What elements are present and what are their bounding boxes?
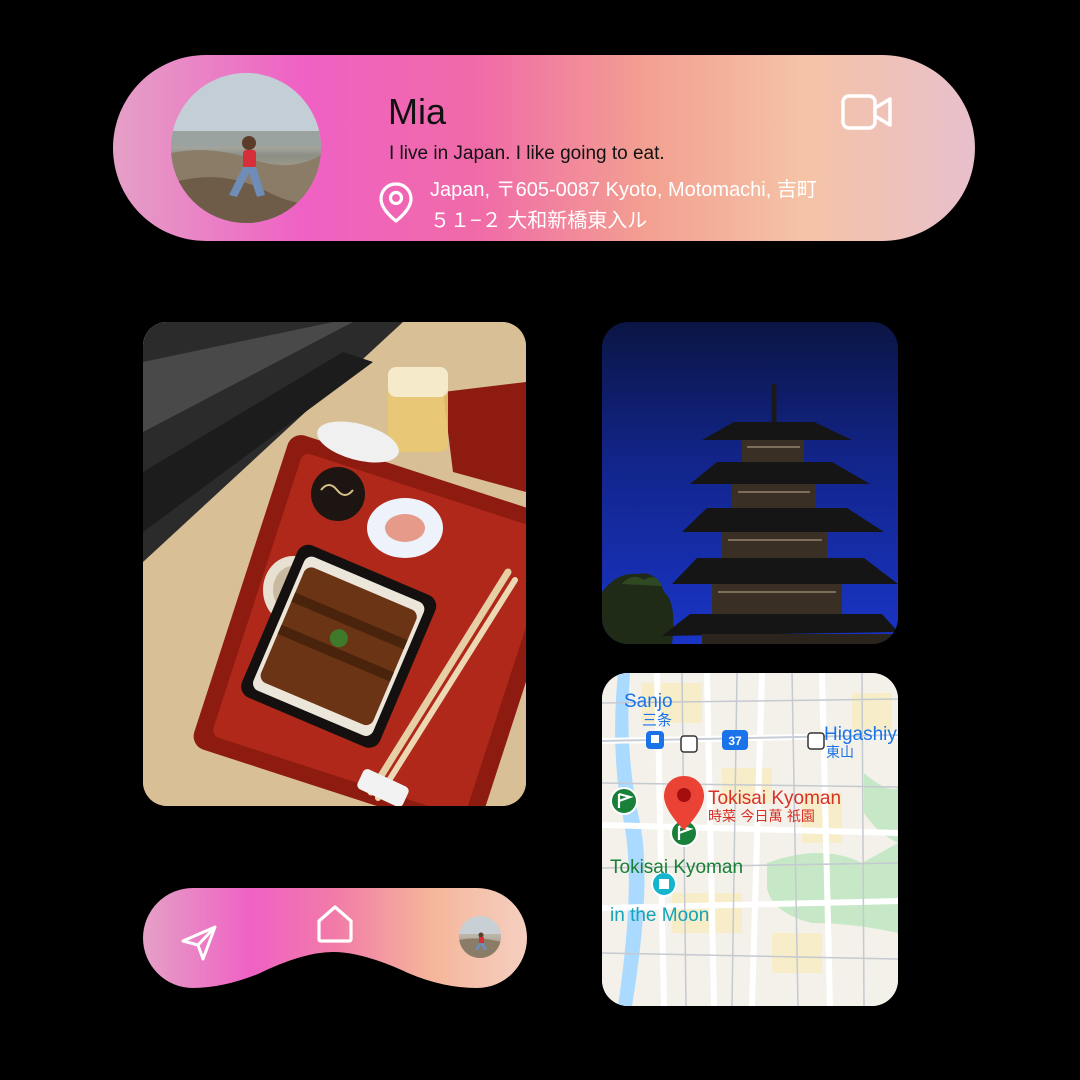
map-label-moon: in the Moon [610,905,709,926]
map-label-sanjo: Sanjo [624,691,673,712]
home-icon[interactable] [314,903,356,945]
map-tile[interactable]: 37 Sanjo 三条 Higashiy 東山 Tokisai Kyoman 時… [602,673,898,1006]
profile-bio: I live in Japan. I like going to eat. [389,143,665,164]
map-label-sanjo-jp: 三条 [642,711,672,729]
map-label-higashiyama-jp: 東山 [826,745,854,761]
map-pin-icon [379,182,413,223]
avatar[interactable] [171,73,321,223]
food-photo[interactable] [143,322,526,806]
map-label-place-jp: 時菜 今日萬 祇園 [708,809,815,825]
profile-name: Mia [388,91,447,132]
nav-avatar-photo [459,916,501,958]
avatar[interactable] [459,916,501,958]
send-icon[interactable] [179,923,219,963]
pagoda-photo[interactable] [602,322,898,644]
address-line-1: Japan, 〒605-0087 Kyoto, Motomachi, 吉町 [430,179,817,201]
address-line-2: ５１−２ 大和新橋東入ル [430,210,648,232]
profile-card: Mia I live in Japan. I like going to eat… [113,55,975,241]
location-address: Japan, 〒605-0087 Kyoto, Motomachi, 吉町 ５１… [430,175,910,237]
map-label-higashiyama: Higashiy [824,724,897,745]
map-label-place-2: Tokisai Kyoman [610,857,743,878]
map-label-place: Tokisai Kyoman [708,788,841,809]
food-photo-image [143,322,526,806]
route-shield-label: 37 [728,734,742,748]
map-canvas: 37 Sanjo 三条 Higashiy 東山 Tokisai Kyoman 時… [602,673,898,1006]
pagoda-photo-image [602,384,898,644]
avatar-photo [171,73,321,223]
video-camera-icon[interactable] [841,92,893,132]
bottom-nav [143,888,527,990]
